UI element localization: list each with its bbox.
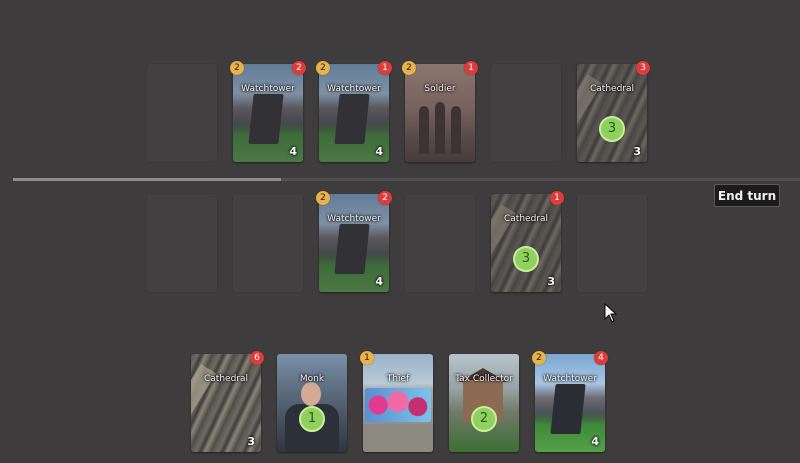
- hand-card-tax-collector[interactable]: Tax Collector 2: [449, 354, 519, 452]
- player-empty-slot-4[interactable]: [577, 194, 647, 292]
- hand-card-watchtower[interactable]: Watchtower 2 4 4: [532, 351, 608, 452]
- card-name: Soldier: [424, 84, 456, 94]
- opponent-card-cathedral[interactable]: Cathedral 3 3 3: [577, 61, 650, 162]
- thief-art: [363, 354, 433, 452]
- mouse-pointer-icon: [604, 303, 618, 323]
- coin-token: 1: [299, 406, 325, 432]
- game-board: Watchtower 2 2 4 Watchtower 2 1 4 Soldie…: [0, 0, 800, 463]
- card-name: Tax Collector: [455, 374, 513, 384]
- cost-badge: 2: [402, 61, 416, 75]
- card-power: 3: [633, 145, 641, 158]
- cost-badge: 2: [230, 61, 244, 75]
- cost-badge: 2: [316, 61, 330, 75]
- card-name: Cathedral: [590, 84, 634, 94]
- card-name: Watchtower: [241, 84, 295, 94]
- opponent-card-watchtower-1[interactable]: Watchtower 2 2 4: [230, 61, 306, 162]
- hand-card-cathedral[interactable]: Cathedral 6 3: [191, 351, 264, 452]
- turn-progress-bar: [13, 178, 800, 181]
- tax-collector-art: [449, 354, 519, 452]
- card-power: 4: [289, 145, 297, 158]
- opponent-empty-slot-1[interactable]: [147, 64, 217, 162]
- damage-badge: 4: [594, 351, 608, 365]
- opponent-empty-slot-2[interactable]: [491, 64, 561, 162]
- card-power: 4: [375, 145, 383, 158]
- card-power: 4: [591, 435, 599, 448]
- player-card-cathedral[interactable]: Cathedral 1 3 3: [491, 191, 564, 292]
- card-name: Cathedral: [504, 214, 548, 224]
- card-power: 3: [247, 435, 255, 448]
- card-name: Watchtower: [327, 214, 381, 224]
- damage-badge: 3: [636, 61, 650, 75]
- hand-card-thief[interactable]: Thief 1: [360, 351, 433, 452]
- player-empty-slot-3[interactable]: [405, 194, 475, 292]
- opponent-card-watchtower-2[interactable]: Watchtower 2 1 4: [316, 61, 392, 162]
- card-name: Watchtower: [327, 84, 381, 94]
- card-name: Cathedral: [204, 374, 248, 384]
- card-power: 4: [375, 275, 383, 288]
- cost-badge: 1: [360, 351, 374, 365]
- card-name: Monk: [299, 374, 325, 384]
- damage-badge: 2: [378, 191, 392, 205]
- damage-badge: 1: [550, 191, 564, 205]
- card-power: 3: [547, 275, 555, 288]
- coin-token: 3: [513, 246, 539, 272]
- coin-token: 2: [471, 406, 497, 432]
- player-empty-slot-1[interactable]: [147, 194, 217, 292]
- end-turn-button[interactable]: End turn: [714, 184, 780, 207]
- damage-badge: 1: [464, 61, 478, 75]
- card-name: Thief: [386, 374, 410, 384]
- cost-badge: 2: [532, 351, 546, 365]
- turn-progress-fill: [13, 178, 281, 181]
- damage-badge: 6: [250, 351, 264, 365]
- cost-badge: 2: [316, 191, 330, 205]
- coin-token: 3: [599, 116, 625, 142]
- card-name: Watchtower: [543, 374, 597, 384]
- damage-badge: 2: [292, 61, 306, 75]
- soldier-art: [405, 64, 475, 162]
- opponent-card-soldier[interactable]: Soldier 2 1: [402, 61, 478, 162]
- player-card-watchtower[interactable]: Watchtower 2 2 4: [316, 191, 392, 292]
- monk-art: [277, 354, 347, 452]
- damage-badge: 1: [378, 61, 392, 75]
- player-empty-slot-2[interactable]: [233, 194, 303, 292]
- hand-card-monk[interactable]: Monk 1: [277, 354, 347, 452]
